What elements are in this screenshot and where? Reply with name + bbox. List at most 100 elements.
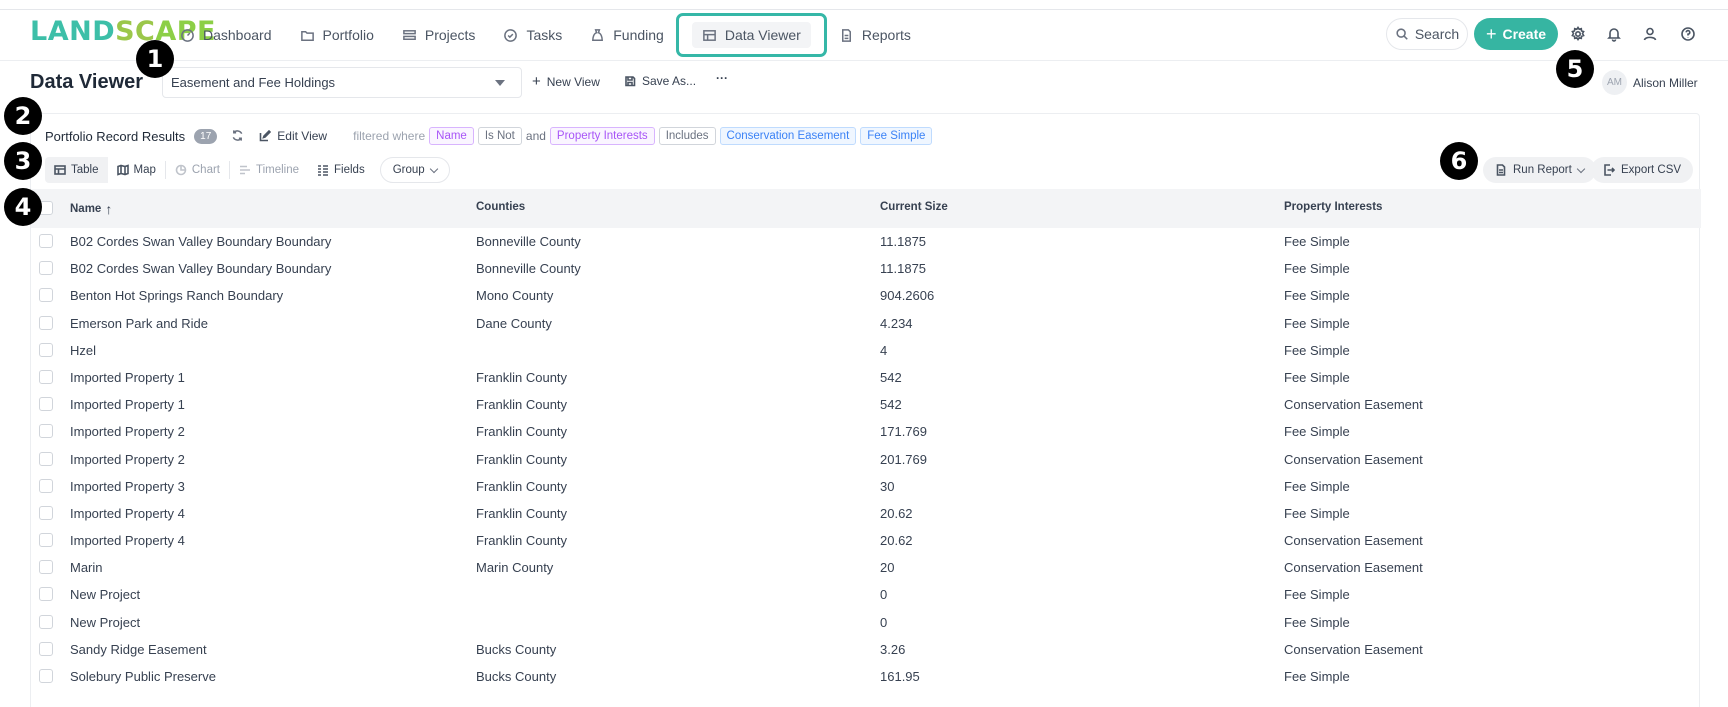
row-checkbox[interactable] [39, 614, 53, 629]
table-row[interactable]: B02 Cordes Swan Valley Boundary Boundary… [31, 255, 1701, 282]
cell-current-size: 542 [880, 369, 902, 385]
map-icon [116, 164, 129, 176]
filter-value-conservation-easement[interactable]: Conservation Easement [719, 127, 857, 145]
nav-funding[interactable]: Funding [576, 18, 678, 52]
row-checkbox[interactable] [39, 234, 53, 248]
tab-table[interactable]: Table [45, 157, 108, 183]
edit-view-button[interactable]: Edit View [259, 129, 327, 143]
cell-current-size: 542 [880, 397, 902, 413]
cell-counties: Franklin County [476, 424, 568, 440]
row-checkbox[interactable] [39, 505, 53, 520]
results-header: Portfolio Record Results 17 Edit View fi… [45, 125, 933, 147]
table-row[interactable]: Benton Hot Springs Ranch Boundary Mono Co… [31, 282, 1701, 309]
table-row[interactable]: Hzel 4 Fee Simple [31, 337, 1701, 364]
filter-operator-is-not[interactable]: Is Not [477, 127, 522, 145]
nav-dashboard[interactable]: Dashboard [166, 18, 286, 52]
table-row[interactable]: New Project 0 Fee Simple [31, 581, 1701, 608]
filter-value-fee-simple[interactable]: Fee Simple [860, 127, 933, 145]
search-icon [1396, 28, 1408, 40]
cell-property-interests: Fee Simple [1284, 614, 1350, 630]
projects-icon [402, 29, 416, 40]
tab-map[interactable]: Map [108, 157, 165, 183]
cell-counties: Bucks County [476, 641, 557, 657]
group-button[interactable]: Group [379, 157, 450, 183]
table-row[interactable]: Imported Property 1 Franklin County 542 Fee… [31, 364, 1701, 391]
filter-field-property-interests[interactable]: Property Interests [549, 127, 655, 145]
create-label: Create [1502, 26, 1547, 42]
row-checkbox[interactable] [39, 533, 53, 548]
run-report-button[interactable]: Run Report [1483, 157, 1596, 183]
row-checkbox[interactable] [39, 315, 53, 330]
table-row[interactable]: Marin Marin County 20 Conservation Easement [31, 554, 1701, 581]
row-checkbox[interactable] [39, 587, 53, 602]
callout-marker: 2 [4, 97, 42, 135]
nav-projects[interactable]: Projects [388, 18, 490, 52]
bell-icon [1607, 28, 1621, 42]
cell-name: Imported Property 3 [70, 478, 185, 494]
row-checkbox[interactable] [39, 451, 53, 466]
chevron-down-icon [429, 164, 438, 173]
create-button[interactable]: + Create [1474, 18, 1558, 50]
help-button[interactable] [1678, 24, 1698, 44]
nav-data-viewer[interactable]: Data Viewer [675, 13, 827, 57]
row-checkbox[interactable] [39, 641, 53, 656]
nav-projects-label: Projects [424, 27, 476, 43]
filter-field-name[interactable]: Name [429, 127, 474, 145]
current-user[interactable]: AM Alison Miller [1602, 70, 1698, 95]
nav-tasks[interactable]: Tasks [489, 18, 576, 52]
column-header-property-interests[interactable]: Property Interests [1284, 201, 1382, 213]
nav-portfolio[interactable]: Portfolio [286, 18, 388, 52]
tab-timeline[interactable]: Timeline [230, 157, 308, 183]
column-header-counties[interactable]: Counties [476, 201, 525, 213]
user-name: Alison Miller [1633, 75, 1698, 90]
table-row[interactable]: Imported Property 1 Franklin County 542 Con… [31, 391, 1701, 418]
nav-reports[interactable]: Reports [825, 18, 925, 52]
settings-button[interactable] [1568, 24, 1588, 44]
cell-current-size: 3.26 [880, 641, 906, 657]
table-row[interactable]: Imported Property 2 Franklin County 171.76… [31, 418, 1701, 445]
document-icon [841, 28, 851, 42]
profile-button[interactable] [1640, 24, 1660, 44]
table-row[interactable]: Imported Property 4 Franklin County 20.62 C… [31, 527, 1701, 554]
cell-counties: Mono County [476, 288, 554, 304]
row-checkbox[interactable] [39, 288, 53, 303]
funding-icon [592, 28, 604, 41]
notifications-button[interactable] [1604, 24, 1624, 44]
more-icon: ··· [716, 71, 728, 85]
table-row[interactable]: Imported Property 2 Franklin County 201.76… [31, 446, 1701, 473]
row-checkbox[interactable] [39, 669, 53, 683]
table-row[interactable]: Imported Property 3 Franklin County 30 Fee … [31, 473, 1701, 500]
callout-marker: 6 [1440, 142, 1478, 180]
table-row[interactable]: B02 Cordes Swan Valley Boundary Boundary… [31, 228, 1701, 255]
results-panel: Portfolio Record Results 17 Edit View fi… [30, 113, 1701, 707]
row-checkbox[interactable] [39, 261, 53, 276]
column-header-current-size[interactable]: Current Size [880, 201, 948, 213]
row-checkbox[interactable] [39, 369, 53, 384]
fields-button[interactable]: Fields [308, 157, 374, 183]
row-checkbox[interactable] [39, 397, 53, 412]
cell-current-size: 904.2606 [880, 288, 935, 304]
table-row[interactable]: Sandy Ridge Easement Bucks County 3.26 Cons… [31, 636, 1701, 663]
table-row[interactable]: Imported Property 4 Franklin County 20.62 F… [31, 500, 1701, 527]
tab-chart[interactable]: Chart [166, 157, 229, 183]
row-checkbox[interactable] [39, 342, 53, 357]
filter-operator-includes[interactable]: Includes [658, 127, 716, 145]
search-button[interactable]: Search [1386, 18, 1468, 50]
save-as-button[interactable]: Save As... [624, 74, 696, 88]
table-row[interactable]: Solebury Public Preserve Bucks County 161.… [31, 663, 1701, 690]
refresh-button[interactable] [231, 129, 245, 143]
tab-map-label: Map [133, 164, 156, 176]
row-checkbox[interactable] [39, 560, 53, 575]
table-row[interactable]: Emerson Park and Ride Dane County 4.234 Fee… [31, 310, 1701, 337]
column-header-name[interactable]: Name ↑ [70, 201, 112, 217]
view-select[interactable]: Easement and Fee Holdings [162, 67, 522, 98]
edit-icon [259, 130, 272, 142]
more-options-button[interactable]: ··· [716, 71, 728, 85]
new-view-button[interactable]: + New View [532, 74, 600, 89]
row-checkbox[interactable] [39, 424, 53, 439]
table-row[interactable]: New Project 0 Fee Simple [31, 609, 1701, 636]
save-as-label: Save As... [642, 74, 697, 88]
nav-funding-label: Funding [613, 27, 664, 43]
export-csv-button[interactable]: Export CSV [1591, 157, 1694, 183]
row-checkbox[interactable] [39, 478, 53, 493]
